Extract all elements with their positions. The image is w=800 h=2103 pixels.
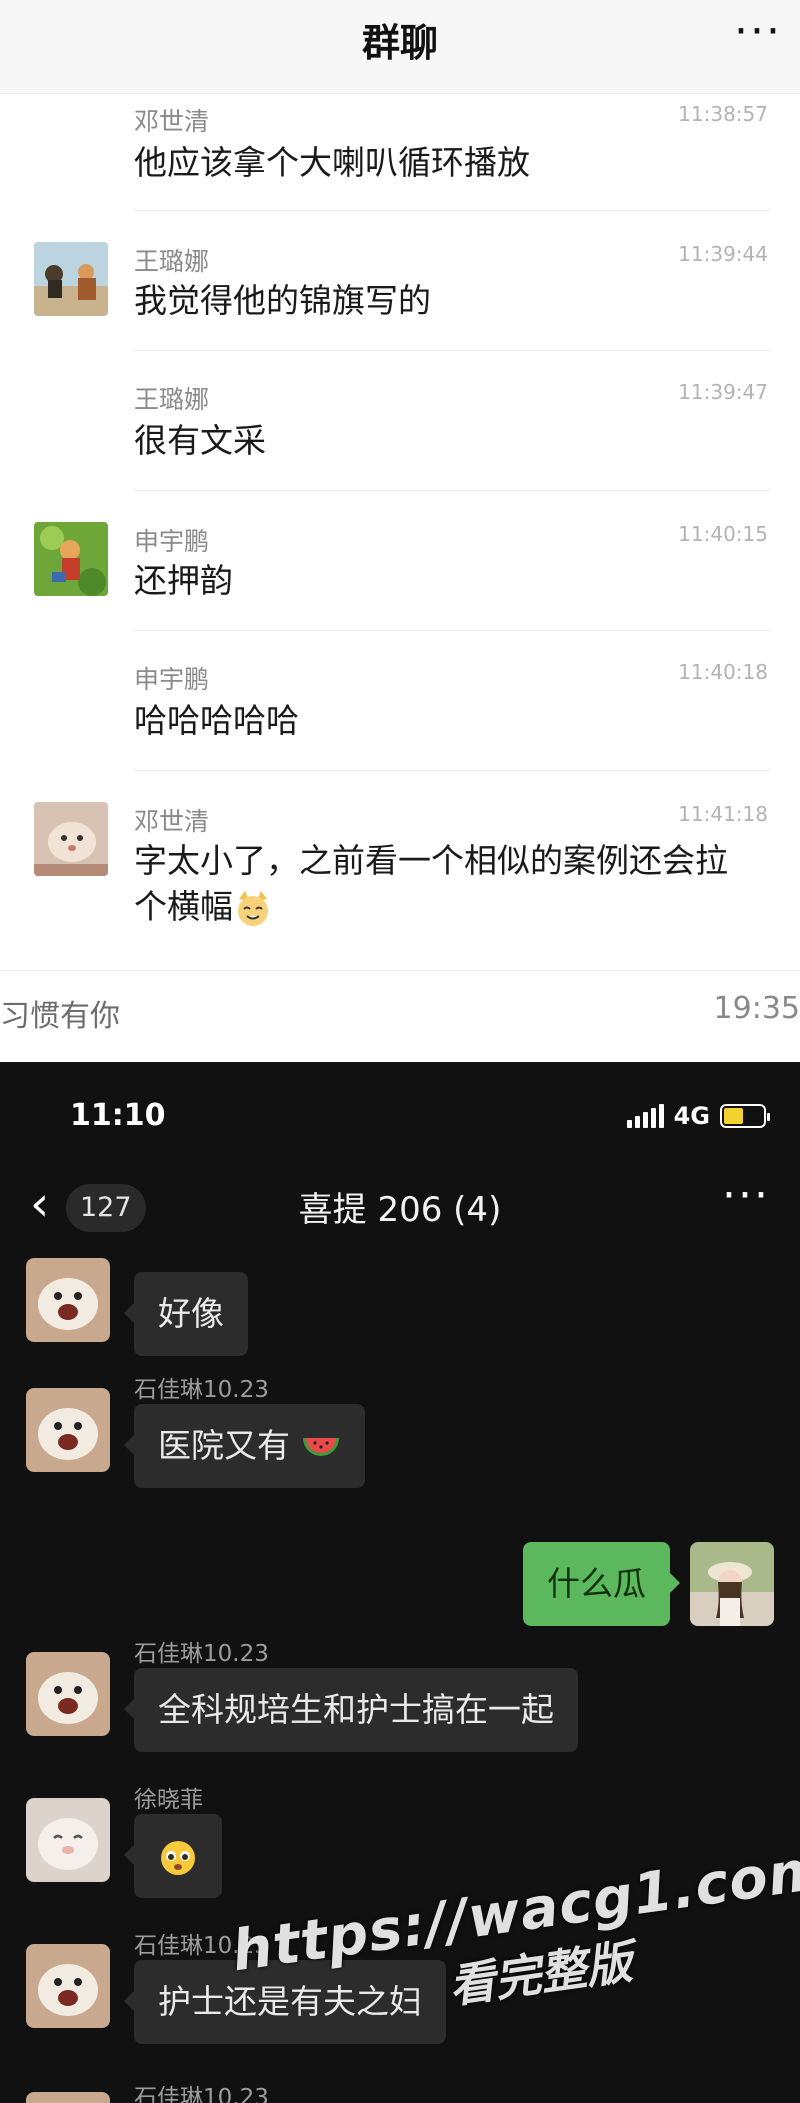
- watermelon-emoji-icon: [302, 1437, 339, 1456]
- status-time: 11:10: [70, 1098, 166, 1133]
- status-icons: 4G: [626, 1098, 770, 1134]
- sender-name: 王璐娜: [134, 385, 210, 414]
- message-bubble[interactable]: 护士还是有夫之妇: [124, 1960, 446, 2044]
- avatar[interactable]: [26, 1388, 110, 1472]
- message-row[interactable]: 徐晓菲: [0, 1780, 800, 1920]
- message-row[interactable]: 王璐娜 11:39:47 很有文采: [0, 372, 800, 492]
- sender-name: 石佳琳10.23: [134, 1377, 269, 1403]
- avatar[interactable]: [26, 2092, 110, 2103]
- message-time: 11:39:47: [678, 380, 768, 404]
- avatar[interactable]: [26, 1258, 110, 1342]
- signal-icon: [626, 1104, 664, 1128]
- avatar[interactable]: [26, 1944, 110, 2028]
- message-bubble[interactable]: 医院又有: [124, 1404, 365, 1488]
- message-row[interactable]: 申宇鹏 11:40:18 哈哈哈哈哈: [0, 652, 800, 772]
- divider: [134, 770, 770, 771]
- sender-name: 邓世清: [134, 807, 210, 836]
- message-row[interactable]: 邓世清 11:41:18 字太小了，之前看一个相似的案例还会拉个横幅: [0, 792, 800, 962]
- message-text: 他应该拿个大喇叭循环播放: [134, 143, 530, 182]
- message-text: 很有文采: [134, 421, 266, 460]
- sender-name: 申宇鹏: [134, 665, 210, 694]
- chat-title: 群聊: [361, 21, 438, 65]
- message-time: 11:38:57: [678, 102, 768, 126]
- network-type: 4G: [673, 1102, 710, 1130]
- divider: [134, 630, 770, 631]
- sender-name: 邓世清: [134, 107, 210, 136]
- more-icon[interactable]: ···: [722, 1170, 770, 1221]
- conversation-time: 19:35: [713, 991, 800, 1026]
- sender-name: 徐晓菲: [134, 1787, 203, 1813]
- message-row[interactable]: 石佳琳10.23 护士还是有夫之妇: [0, 1926, 800, 2066]
- message-row[interactable]: 邓世清 11:38:57 他应该拿个大喇叭循环播放: [0, 94, 800, 214]
- message-row[interactable]: 好像: [0, 1258, 800, 1378]
- dark-group-chat: 11:10 4G ‹ 127 喜提 206 (4) ··· 好像 石佳琳10.2…: [0, 1062, 800, 2103]
- sender-name: 石佳琳10.23: [134, 2085, 269, 2103]
- message-bubble[interactable]: 全科规培生和护士搞在一起: [124, 1668, 578, 1752]
- message-text: 我觉得他的锦旗写的: [134, 281, 431, 320]
- avatar[interactable]: [34, 242, 108, 316]
- message-bubble[interactable]: [124, 1814, 222, 1898]
- pleading-face-emoji-icon: [161, 1840, 195, 1875]
- avatar[interactable]: [26, 1652, 110, 1736]
- message-time: 11:40:18: [678, 660, 768, 684]
- avatar[interactable]: [26, 1798, 110, 1882]
- message-row[interactable]: 石佳琳10.23 全科规培生和护士搞在一起: [0, 1634, 800, 1774]
- message-time: 11:40:15: [678, 522, 768, 546]
- message-row[interactable]: 石佳琳10.23 医院又有: [0, 1370, 800, 1510]
- message-time: 11:41:18: [678, 802, 768, 826]
- battery-icon: [720, 1104, 770, 1128]
- sender-name: 石佳琳10.23: [134, 1641, 269, 1667]
- message-row[interactable]: 申宇鹏 11:40:15 还押韵: [0, 512, 800, 632]
- sender-name: 石佳琳10.23: [134, 1933, 269, 1959]
- divider: [134, 490, 770, 491]
- conversation-list-item[interactable]: 习惯有你 19:35: [0, 970, 800, 1062]
- message-text: 还押韵: [134, 561, 233, 600]
- cat-face-emoji-icon: [238, 890, 268, 926]
- chat-header: 群聊 ···: [0, 0, 800, 94]
- message-bubble-self[interactable]: 什么瓜: [523, 1542, 680, 1626]
- message-row[interactable]: 石佳琳10.23: [0, 2078, 800, 2103]
- message-text: 字太小了，之前看一个相似的案例还会拉个横幅: [134, 838, 754, 930]
- avatar[interactable]: [34, 522, 108, 596]
- message-row-self[interactable]: 什么瓜: [0, 1530, 800, 1640]
- avatar[interactable]: [34, 802, 108, 876]
- conversation-name: 习惯有你: [0, 999, 120, 1034]
- chat-nav-bar: ‹ 127 喜提 206 (4) ···: [0, 1170, 800, 1258]
- message-bubble[interactable]: 好像: [124, 1272, 248, 1356]
- sender-name: 申宇鹏: [134, 527, 210, 556]
- divider: [134, 210, 770, 211]
- message-row[interactable]: 王璐娜 11:39:44 我觉得他的锦旗写的: [0, 232, 800, 352]
- divider: [134, 350, 770, 351]
- message-text: 哈哈哈哈哈: [134, 701, 299, 740]
- sender-name: 王璐娜: [134, 247, 210, 276]
- avatar-self[interactable]: [690, 1542, 774, 1626]
- light-group-chat: 群聊 ··· 邓世清 11:38:57 他应该拿个大喇叭循环播放 王璐娜 11:…: [0, 0, 800, 1062]
- more-icon[interactable]: ···: [734, 6, 782, 57]
- message-time: 11:39:44: [678, 242, 768, 266]
- chat-title: 喜提 206 (4): [298, 1190, 502, 1230]
